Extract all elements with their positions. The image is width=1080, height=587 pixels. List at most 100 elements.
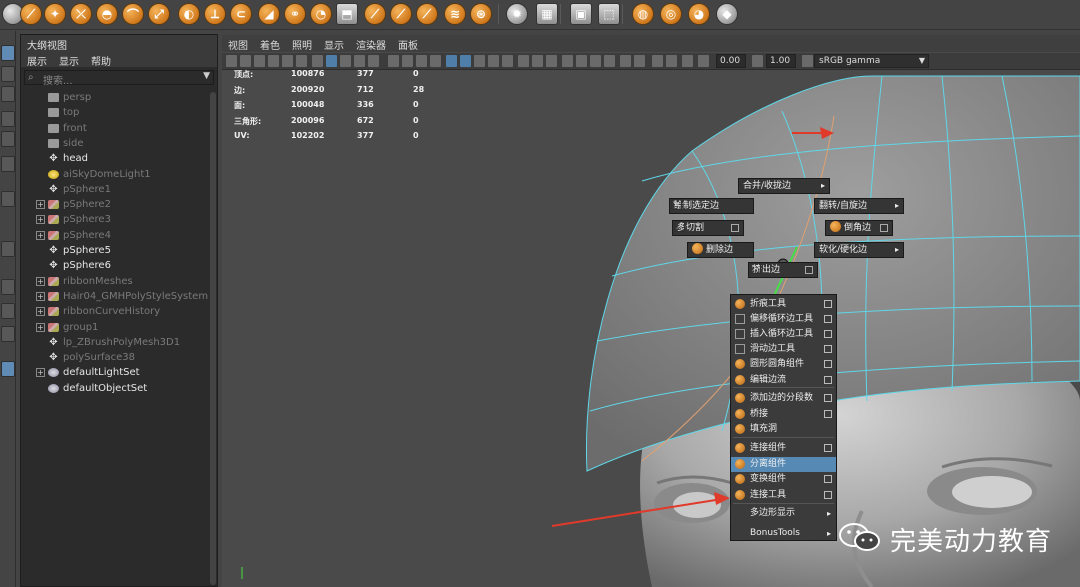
shelf-boolean-icon[interactable]: ⊂ [230,3,252,25]
mm-multi-cut[interactable]: ⟋ 多切割 [672,220,744,236]
scale-tool-icon[interactable] [1,156,15,172]
viewport-tool-icon[interactable] [620,55,631,67]
viewport-tool-icon[interactable] [488,55,499,67]
gamma-field[interactable]: 1.00 [766,54,796,68]
expand-icon[interactable]: + [36,200,45,210]
ctx-item-7[interactable]: 桥接 [731,407,836,422]
layout-side-icon[interactable] [1,303,15,319]
option-box[interactable] [824,360,832,368]
outliner-item-front[interactable]: front [21,121,211,136]
color-space-select[interactable]: sRGB gamma ▼ [814,54,929,68]
option-box[interactable] [824,394,832,402]
outliner-item-pSphere3[interactable]: + pSphere3 [21,212,211,227]
shelf-create-cone-icon[interactable]: ⤫ [70,3,92,25]
viewport-tool-icon[interactable] [240,55,251,67]
mm-soften-harden-edge[interactable]: 软化/硬化边 ▸ [814,242,904,258]
viewport-tool-icon[interactable] [430,55,441,67]
viewport-tool-icon[interactable] [296,55,307,67]
menu-renderer[interactable]: 渲染器 [350,35,392,52]
layout-four-icon[interactable] [1,279,15,295]
layout-outliner-icon[interactable] [1,361,15,377]
option-box[interactable] [824,475,832,483]
ctx-item-4[interactable]: 圆形圆角组件 [731,357,836,372]
expand-icon[interactable]: + [36,368,45,378]
exposure-field[interactable]: 0.00 [716,54,746,68]
viewport-tool-icon[interactable] [518,55,529,67]
expand-icon[interactable]: + [36,230,45,240]
viewport-tool-icon[interactable] [226,55,237,67]
viewport-tool-icon[interactable] [416,55,427,67]
ctx-item-11[interactable]: 变换组件 [731,472,836,487]
viewport-tool-icon[interactable] [282,55,293,67]
outliner-item-pSphere5[interactable]: ✥ pSphere5 [21,243,211,258]
ctx-item-3[interactable]: 滑动边工具 [731,342,836,357]
shelf-soft-mod-icon[interactable]: ✹ [506,3,528,25]
viewport-tool-icon[interactable] [388,55,399,67]
viewport-tool-icon[interactable] [502,55,513,67]
outliner-item-polySurface38[interactable]: ✥ polySurface38 [21,350,211,365]
ctx-item-2[interactable]: 插入循环边工具 [731,327,836,342]
menu-shading[interactable]: 着色 [254,35,286,52]
expand-icon[interactable]: + [36,215,45,225]
shelf-create-cylinder-icon[interactable]: ✦ [44,3,66,25]
outliner-item-aiSkyDomeLight1[interactable]: aiSkyDomeLight1 [21,167,211,182]
mm-delete-edge[interactable]: 删除边 [687,242,754,258]
option-box[interactable] [824,376,832,384]
ctx-item-1[interactable]: 偏移循环边工具 [731,312,836,327]
viewport-tool-icon[interactable] [460,55,471,67]
shelf-bevel-icon[interactable]: ⟋ [390,3,412,25]
ctx-item-14[interactable]: BonusTools ▸ [731,526,836,541]
viewport-tool-icon[interactable] [254,55,265,67]
mm-bevel-edge[interactable]: 倒角边 [825,220,893,236]
viewport-tool-icon[interactable] [446,55,457,67]
viewport-tool-icon[interactable] [634,55,645,67]
shelf-create-cube-icon[interactable]: ⟋ [20,3,42,25]
outliner-item-top[interactable]: top [21,105,211,120]
ctx-item-5[interactable]: 编辑边流 [731,373,836,388]
viewport-tool-icon[interactable] [698,55,709,67]
outliner-item-pSphere6[interactable]: ✥ pSphere6 [21,258,211,273]
shelf-uv-layout-icon[interactable]: ▦ [536,3,558,25]
select-tool-icon[interactable] [1,45,15,61]
expand-icon[interactable]: + [36,291,45,301]
outliner-item-ribbonCurveHistory[interactable]: + ribbonCurveHistory [21,304,211,319]
outliner-item-persp[interactable]: persp [21,90,211,105]
layout-stack-icon[interactable] [1,326,15,342]
menu-panels[interactable]: 面板 [392,35,424,52]
option-box[interactable] [880,224,888,232]
outliner-item-pSphere1[interactable]: ✥ pSphere1 [21,182,211,197]
viewport-tool-icon[interactable] [652,55,663,67]
option-box[interactable] [824,410,832,418]
shelf-uv-editor-icon[interactable]: ▣ [570,3,592,25]
viewport-tool-icon[interactable] [802,55,813,67]
shelf-average-icon[interactable]: ⚭ [284,3,306,25]
menu-view[interactable]: 视图 [222,35,254,52]
menu-display[interactable]: 显示 [59,53,79,68]
outliner-item-lp_ZBrushPolyMesh3D1[interactable]: ✥ lp_ZBrushPolyMesh3D1 [21,335,211,350]
shelf-bridge-icon[interactable]: ◔ [310,3,332,25]
outliner-scrollbar[interactable] [209,90,217,585]
viewport-tool-icon[interactable] [590,55,601,67]
option-box[interactable] [805,266,813,274]
ctx-item-10[interactable]: 分离组件 [731,457,836,472]
viewport-tool-icon[interactable] [682,55,693,67]
expand-icon[interactable]: + [36,322,45,332]
viewport-tool-icon[interactable] [340,55,351,67]
outliner-item-Hair04_GMHPolyStyleSystem[interactable]: + Hair04_GMHPolyStyleSystem [21,289,211,304]
ctx-item-6[interactable]: 添加边的分段数 [731,391,836,406]
expand-icon[interactable]: + [36,276,45,286]
menu-help[interactable]: 帮助 [91,53,111,68]
viewport-tool-icon[interactable] [326,55,337,67]
shelf-extrude-icon[interactable]: ⬒ [336,3,358,25]
viewport-tool-icon[interactable] [666,55,677,67]
shelf-separate-icon[interactable]: ⟂ [204,3,226,25]
viewport-tool-icon[interactable] [402,55,413,67]
shelf-merge-icon[interactable]: ⊛ [470,3,492,25]
outliner-item-pSphere2[interactable]: + pSphere2 [21,197,211,212]
mm-merge-collapse-edges[interactable]: 合并/收拢边 ▸ [738,178,830,194]
viewport-tool-icon[interactable] [752,55,763,67]
option-box[interactable] [824,444,832,452]
shelf-append-icon[interactable]: ⟋ [364,3,386,25]
viewport-tool-icon[interactable] [546,55,557,67]
shelf-combine-icon[interactable]: ◐ [178,3,200,25]
